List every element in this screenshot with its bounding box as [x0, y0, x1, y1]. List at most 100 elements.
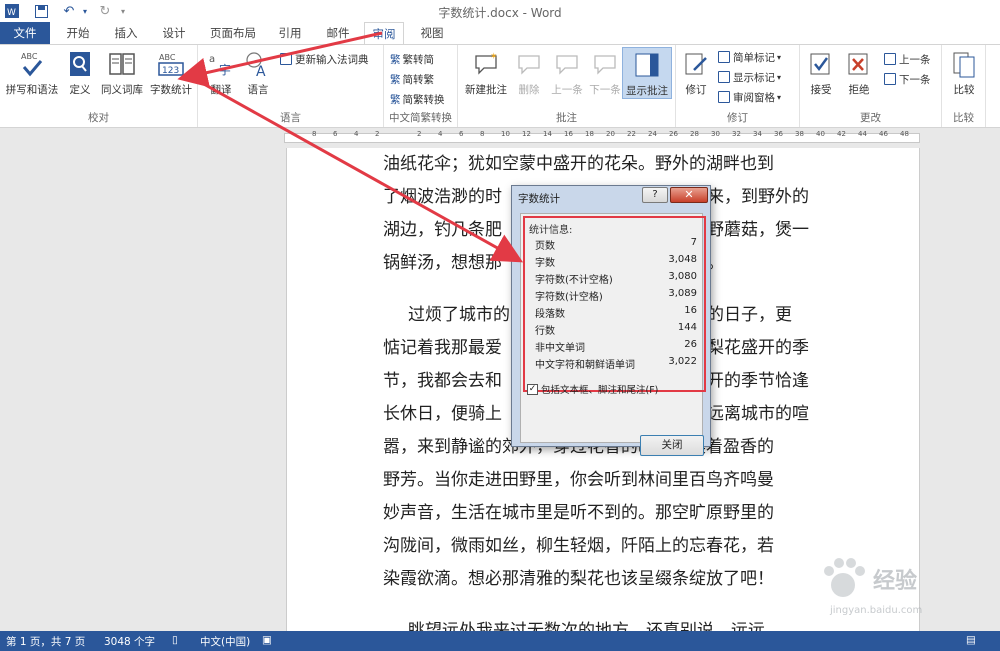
tab-file[interactable]: 文件 — [0, 22, 50, 44]
word-count-button[interactable]: ABC 123 字数统计 — [146, 49, 196, 97]
dialog-close-button[interactable]: ✕ — [670, 187, 708, 203]
tab-layout[interactable]: 页面布局 — [204, 22, 262, 44]
stat-value: 3,022 — [668, 356, 697, 367]
convert-button[interactable]: 繁简繁转换 — [390, 91, 445, 107]
include-footnotes-row: ✓ 包括文本框、脚注和尾注(F) — [527, 382, 658, 396]
prev-change-button[interactable]: 上一条 — [884, 51, 931, 67]
next-comment-icon — [591, 49, 619, 79]
stat-label: 字符数(不计空格) — [535, 275, 613, 286]
word-count-status[interactable]: 3048 个字 — [104, 634, 155, 649]
language-status[interactable]: 中文(中国) — [200, 634, 250, 649]
include-footnotes-checkbox[interactable]: ✓ — [527, 383, 538, 395]
simp-to-trad-label: 简转繁 — [402, 73, 435, 86]
ruler-tick-label: 48 — [900, 130, 909, 138]
text-line: 野芳。当你走进田野里，你会听到林间里百鸟齐鸣曼 — [383, 470, 774, 490]
show-markup-label: 显示标记 — [733, 71, 775, 84]
show-comments-icon — [633, 50, 661, 80]
stat-row: 非中文单词 26 — [535, 339, 697, 354]
group-label-proofing: 校对 — [88, 112, 109, 124]
tab-review[interactable]: 审阅 — [364, 22, 404, 44]
define-button[interactable]: 定义 — [64, 49, 96, 97]
thesaurus-button[interactable]: 同义词库 — [98, 49, 146, 97]
text-line: 长休日，便骑上 — [383, 404, 502, 424]
proofing-icon[interactable]: ▯ — [172, 634, 178, 646]
group-compare: 比较 比较 — [942, 45, 986, 127]
accept-button[interactable]: 接受 — [804, 49, 838, 97]
markup-dropdown[interactable]: 简单标记 ▾ — [718, 49, 781, 65]
ruler-tick-label: 16 — [564, 130, 573, 138]
ruler-tick-label: 32 — [732, 130, 741, 138]
include-footnotes-label: 包括文本框、脚注和尾注(F) — [541, 385, 659, 396]
stat-value: 3,080 — [668, 271, 697, 282]
prev-comment-button[interactable]: 上一条 — [548, 49, 586, 97]
stat-label: 非中文单词 — [535, 343, 585, 354]
text-line: 的日子，更 — [707, 305, 792, 325]
tab-mailings[interactable]: 邮件 — [318, 22, 358, 44]
ruler-tick-label: 22 — [627, 130, 636, 138]
stat-label: 字符数(计空格) — [535, 292, 603, 303]
next-comment-button[interactable]: 下一条 — [586, 49, 624, 97]
simp-to-trad-button[interactable]: 繁简转繁 — [390, 71, 434, 87]
delete-comment-icon — [515, 49, 543, 79]
review-pane-icon — [718, 91, 730, 103]
close-button[interactable]: 关闭 — [640, 435, 704, 456]
next-change-icon — [884, 73, 896, 85]
spelling-button[interactable]: ABC 拼写和语法 — [2, 49, 62, 97]
next-change-button[interactable]: 下一条 — [884, 71, 931, 87]
language-label: 语言 — [247, 84, 269, 96]
ruler-tick-label: 42 — [837, 130, 846, 138]
update-ime-button[interactable]: 更新输入法词典 — [280, 51, 369, 67]
group-language: a字 翻译 A 语言 更新输入法词典 语言 — [198, 45, 384, 127]
convert-icon: 繁 — [390, 93, 401, 106]
ruler-tick-label: 4 — [438, 130, 443, 138]
track-changes-button[interactable]: 修订 — [680, 49, 712, 97]
next-comment-label: 下一条 — [589, 84, 621, 96]
tab-view[interactable]: 视图 — [412, 22, 452, 44]
watermark-url: jingyan.baidu.com — [830, 605, 923, 616]
group-label-changes: 更改 — [860, 112, 881, 124]
horizontal-ruler[interactable]: 8 6 4 2 2 4 6 8 10 12 14 16 18 20 22 24 26 28 30 32 34 36 38 40… — [0, 128, 1000, 148]
stat-value: 16 — [684, 305, 697, 316]
stat-label: 中文字符和朝鲜语单词 — [535, 360, 635, 371]
text-line: 节，我都会去和 — [383, 371, 502, 391]
stat-label: 字数 — [535, 258, 555, 269]
tab-references[interactable]: 引用 — [270, 22, 310, 44]
help-button[interactable]: ? — [642, 187, 668, 203]
tab-home[interactable]: 开始 — [58, 22, 98, 44]
svg-text:ABC: ABC — [21, 52, 38, 61]
ruler-tick-label: 8 — [312, 130, 317, 138]
reject-label: 拒绝 — [848, 84, 870, 96]
trad-to-simp-button[interactable]: 繁繁转简 — [390, 51, 434, 67]
text-line: 沟陇间，微雨如丝，柳生轻烟，阡陌上的忘春花，若 — [383, 536, 774, 556]
macro-icon[interactable]: ▣ — [262, 634, 272, 646]
show-comments-label: 显示批注 — [626, 85, 668, 97]
track-changes-icon — [682, 49, 710, 79]
group-label-language: 语言 — [280, 112, 301, 124]
read-mode-icon[interactable]: ▤ — [966, 634, 976, 646]
page-count[interactable]: 第 1 页，共 7 页 — [6, 634, 85, 649]
show-markup-dropdown[interactable]: 显示标记 ▾ — [718, 69, 781, 85]
spelling-label: 拼写和语法 — [5, 84, 59, 96]
language-icon: A — [244, 49, 272, 79]
define-icon — [66, 49, 94, 79]
stat-label: 段落数 — [535, 309, 565, 320]
delete-comment-button[interactable]: 删除 — [512, 49, 546, 97]
show-comments-button[interactable]: 显示批注 — [622, 47, 672, 99]
ruler-tick-label: 20 — [606, 130, 615, 138]
translate-button[interactable]: a字 翻译 — [202, 49, 240, 97]
stat-label: 行数 — [535, 326, 555, 337]
reject-button[interactable]: 拒绝 — [842, 49, 876, 97]
compare-button[interactable]: 比较 — [946, 49, 982, 97]
dialog-title: 字数统计 — [518, 193, 560, 205]
stat-value: 7 — [690, 237, 697, 248]
new-comment-button[interactable]: ✶ 新建批注 — [462, 49, 510, 97]
text-line: 染霞欲滴。想必那清雅的梨花也该呈缀条绽放了吧！ — [383, 569, 774, 589]
language-button[interactable]: A 语言 — [242, 49, 274, 97]
tab-insert[interactable]: 插入 — [106, 22, 146, 44]
text-line: 惦记着我那最爱 — [383, 338, 502, 358]
thesaurus-label: 同义词库 — [101, 84, 143, 96]
reject-icon — [845, 49, 873, 79]
svg-text:字: 字 — [219, 62, 231, 77]
tab-design[interactable]: 设计 — [154, 22, 194, 44]
review-pane-dropdown[interactable]: 审阅窗格 ▾ — [718, 89, 781, 105]
